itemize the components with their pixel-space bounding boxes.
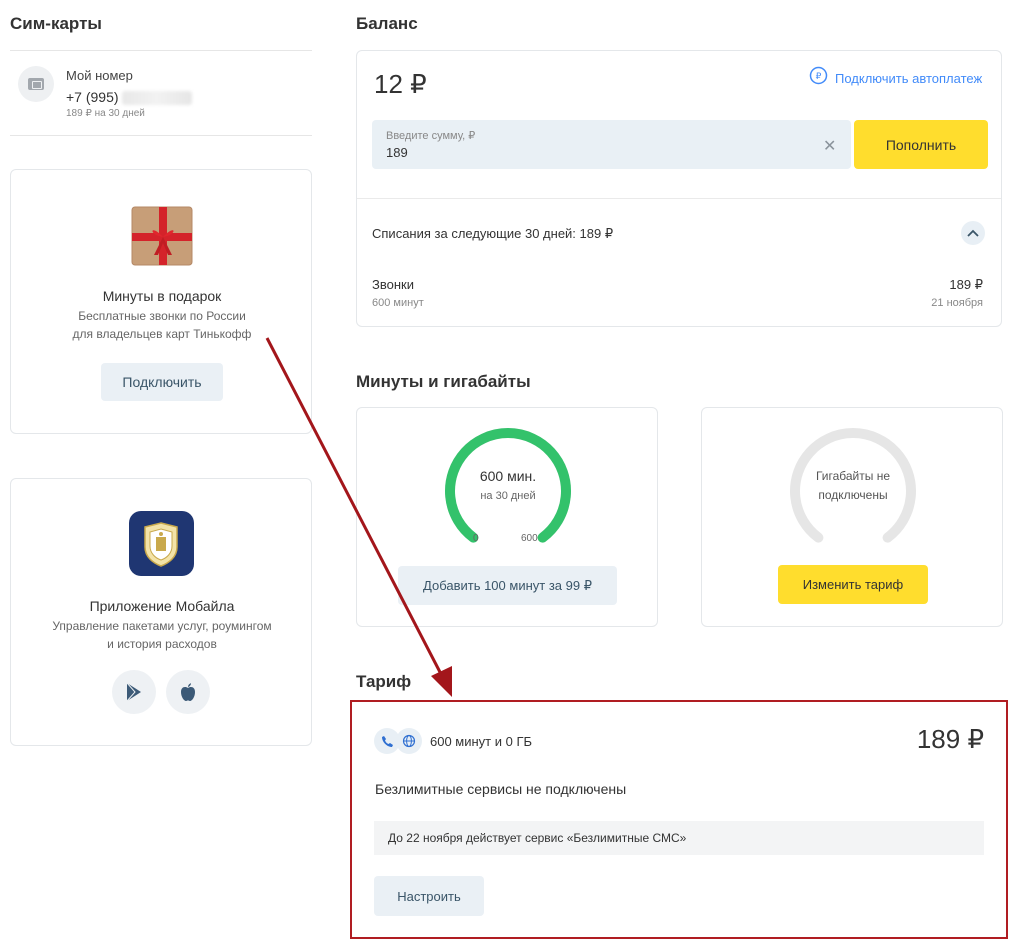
tinkoff-mobile-logo (129, 511, 194, 576)
charge-date: 21 ноября (931, 297, 983, 309)
chevron-up-icon[interactable] (961, 221, 985, 245)
divider (357, 198, 1001, 199)
add-minutes-button[interactable]: Добавить 100 минут за 99 ₽ (398, 566, 617, 605)
amount-input[interactable]: Введите сумму, ₽ 189 ✕ (372, 120, 851, 169)
gift-icon (130, 203, 194, 267)
sim-number: +7 (995) (66, 89, 119, 105)
charges-title: Списания за следующие 30 дней: 189 ₽ (372, 226, 614, 241)
apple-icon[interactable] (166, 670, 210, 714)
promo-desc-1: Бесплатные звонки по России (78, 309, 246, 323)
sim-label: Мой номер (66, 68, 133, 83)
app-desc-2: и история расходов (107, 637, 217, 651)
autopay-label: Подключить автоплатеж (835, 70, 983, 86)
connect-button[interactable]: Подключить (101, 363, 223, 401)
divider (10, 135, 312, 136)
promo-card: Минуты в подарок Бесплатные звонки по Ро… (10, 169, 312, 434)
svg-text:₽: ₽ (816, 72, 822, 82)
highlight-frame (350, 700, 1008, 939)
topup-button[interactable]: Пополнить (854, 120, 988, 169)
amount-input-label: Введите сумму, ₽ (386, 130, 476, 142)
charge-detail: 600 минут (372, 297, 424, 309)
gauge-min-label: 0 (473, 533, 479, 544)
sim-card-icon (18, 66, 54, 102)
balance-amount: 12 ₽ (374, 69, 427, 99)
charge-amount: 189 ₽ (949, 277, 983, 292)
divider (10, 50, 312, 51)
app-title: Приложение Мобайла (89, 598, 235, 614)
sim-card-item[interactable]: Мой номер +7 (995) 189 ₽ на 30 дней (10, 58, 312, 130)
autopay-link[interactable]: ₽ Подключить автоплатеж (809, 66, 982, 90)
gigabytes-card: Гигабайты не подключены Изменить тариф (701, 407, 1003, 627)
app-card: Приложение Мобайла Управление пакетами у… (10, 478, 312, 746)
promo-desc-2: для владельцев карт Тинькофф (72, 327, 252, 341)
gauge-max-label: 600 (521, 533, 538, 544)
change-tariff-button[interactable]: Изменить тариф (778, 565, 928, 604)
amount-input-value: 189 (386, 145, 408, 160)
gigabytes-status-1: Гигабайты не (815, 469, 891, 483)
charge-name: Звонки (372, 277, 414, 292)
app-desc-1: Управление пакетами услуг, роумингом (52, 619, 272, 633)
tariff-heading: Тариф (356, 672, 412, 691)
minutes-value: 600 мин. (479, 468, 537, 484)
sim-cards-heading: Сим-карты (10, 14, 102, 33)
autopay-icon: ₽ (809, 66, 828, 90)
promo-title: Минуты в подарок (102, 288, 222, 304)
sim-price: 189 ₽ на 30 дней (66, 108, 145, 119)
minutes-period: на 30 дней (480, 490, 536, 502)
minutes-card: 600 мин. на 30 дней 0 600 Добавить 100 м… (356, 407, 658, 627)
clear-icon[interactable]: ✕ (823, 136, 836, 156)
hidden-number-blur (122, 91, 193, 106)
packages-heading: Минуты и гигабайты (356, 372, 531, 391)
gigabytes-status-2: подключены (818, 488, 888, 502)
balance-heading: Баланс (356, 14, 418, 33)
balance-card: 12 ₽ ₽ Подключить автоплатеж Введите сум… (356, 50, 1002, 327)
google-play-icon[interactable] (112, 670, 156, 714)
